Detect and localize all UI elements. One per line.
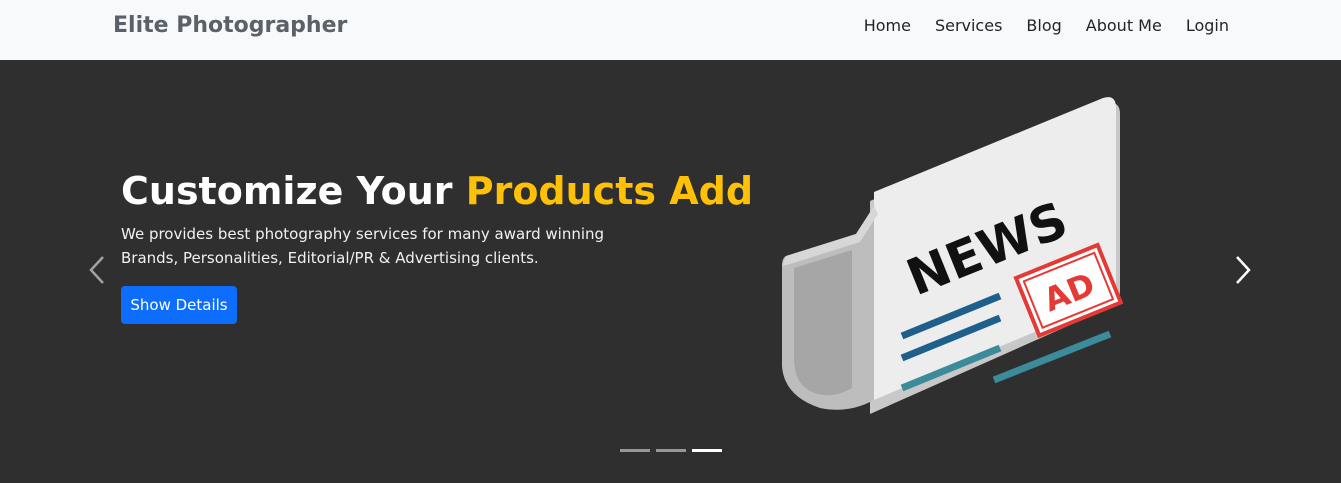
show-details-button[interactable]: Show Details — [121, 286, 237, 324]
carousel-next-button[interactable] — [1223, 240, 1263, 300]
nav-menu: Home Services Blog About Me Login — [840, 16, 1229, 35]
nav-link-services[interactable]: Services — [935, 16, 1002, 35]
carousel-prev-button[interactable] — [77, 240, 117, 300]
slide-headline: Customize Your Products Add — [121, 168, 753, 214]
slide-caption: Customize Your Products Add We provides … — [121, 168, 753, 324]
carousel-indicator-1[interactable] — [620, 449, 650, 452]
headline-prefix: Customize Your — [121, 169, 466, 213]
nav-item-services: Services — [935, 16, 1002, 35]
carousel-indicator-3[interactable] — [692, 449, 722, 452]
carousel-indicator-2[interactable] — [656, 449, 686, 452]
navbar: Elite Photographer Home Services Blog Ab… — [0, 0, 1341, 60]
nav-item-login: Login — [1186, 16, 1229, 35]
chevron-left-icon — [89, 256, 104, 284]
news-ad-illustration: NEWS AD — [782, 97, 1123, 414]
hero-carousel: Customize Your Products Add We provides … — [0, 60, 1341, 483]
slide-description: We provides best photography services fo… — [121, 225, 605, 267]
nav-link-blog[interactable]: Blog — [1026, 16, 1061, 35]
nav-item-about: About Me — [1086, 16, 1162, 35]
nav-item-home: Home — [864, 16, 911, 35]
nav-link-about-me[interactable]: About Me — [1086, 16, 1162, 35]
nav-link-login[interactable]: Login — [1186, 16, 1229, 35]
headline-highlight: Products Add — [465, 169, 754, 213]
nav-link-home[interactable]: Home — [864, 16, 911, 35]
carousel-indicators — [620, 449, 728, 452]
chevron-right-icon — [1236, 256, 1251, 284]
brand-logo[interactable]: Elite Photographer — [113, 13, 347, 38]
nav-item-blog: Blog — [1026, 16, 1061, 35]
